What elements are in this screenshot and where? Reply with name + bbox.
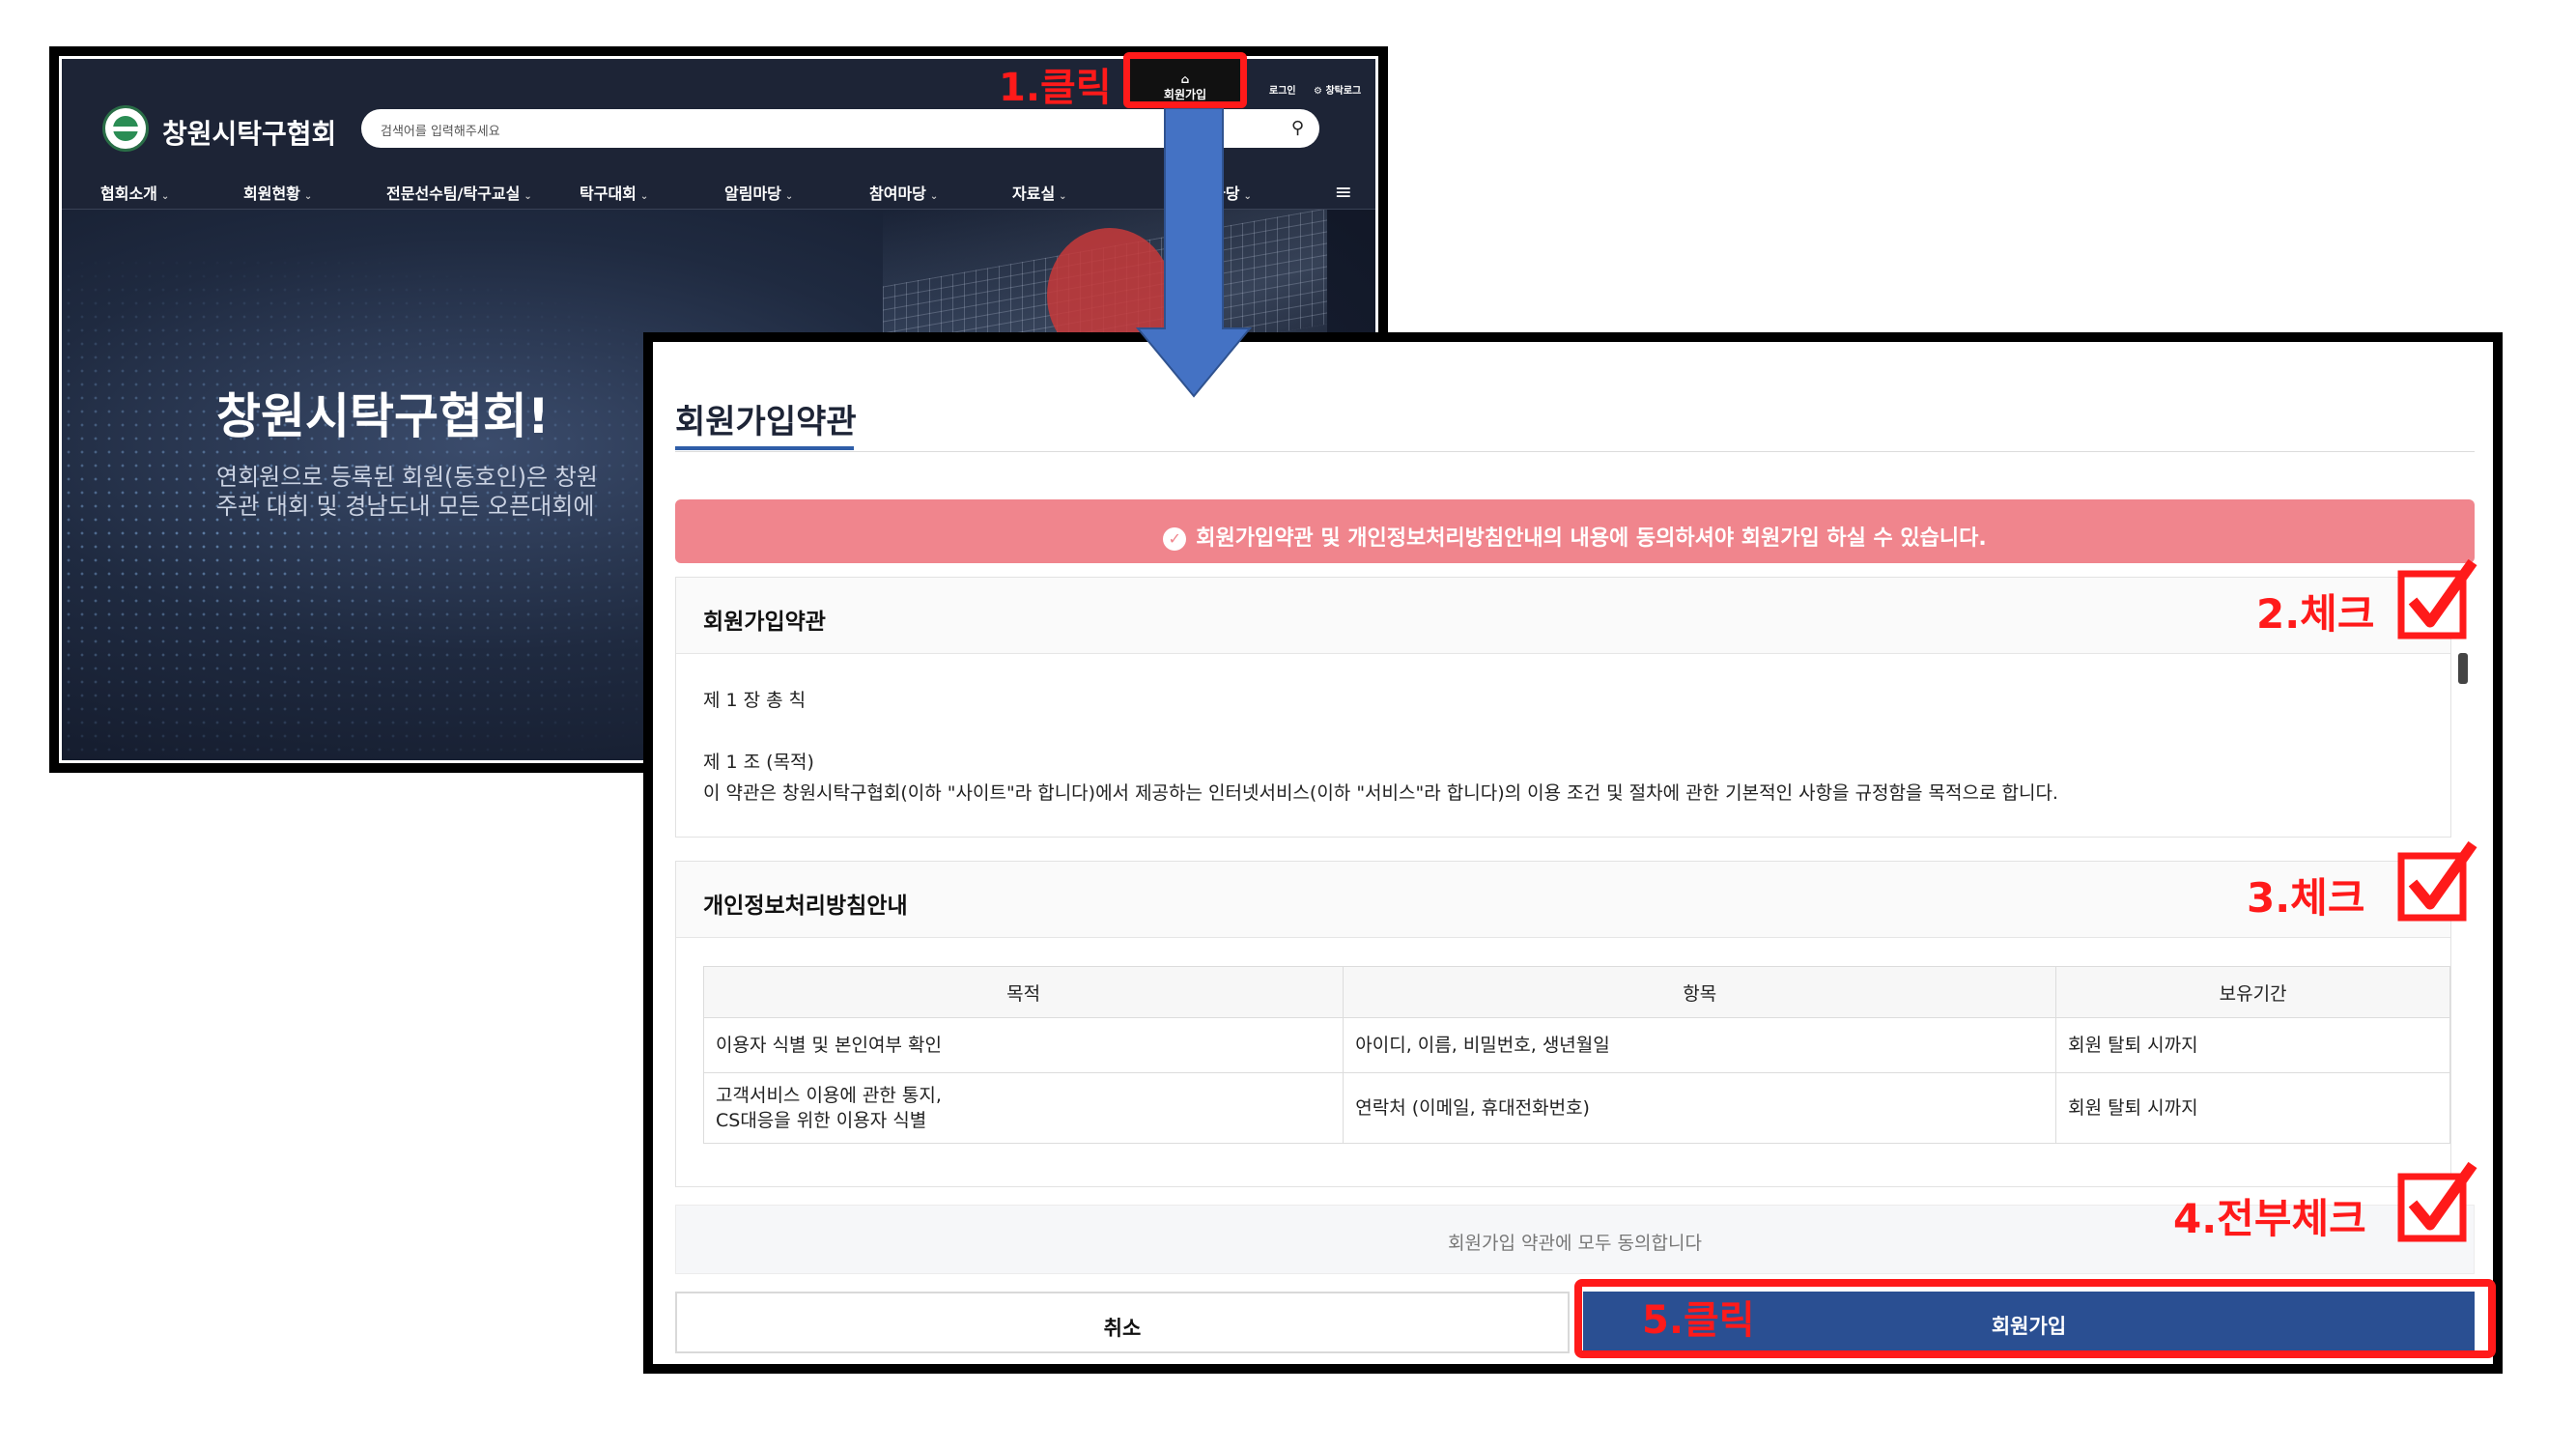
terms-article-text: 이 약관은 창원시탁구협회(이하 "사이트"라 합니다)에서 제공하는 인터넷서… (703, 782, 2058, 804)
site-logo-icon[interactable] (102, 105, 149, 152)
step5-label: 5.클릭 (1642, 1298, 1755, 1343)
privacy-col-items: 항목 (1343, 966, 2057, 1018)
terms-panel-header: 회원가입약관 (676, 578, 2450, 654)
top-link-log[interactable]: ⚙ 창탁로그 (1314, 82, 1361, 97)
privacy-col-purpose: 목적 (702, 966, 1345, 1018)
privacy-col-period: 보유기간 (2055, 966, 2450, 1018)
table-row: 고객서비스 이용에 관한 통지, CS대응을 위한 이용자 식별 연락처 (이메… (702, 1072, 2450, 1144)
checkbox-privacy-icon[interactable] (2395, 838, 2480, 923)
terms-panel: 회원가입약관 제 1 장 총 칙 제 1 조 (목적) 이 약관은 창원시탁구협… (675, 577, 2468, 838)
step3-label: 3.체크 (2247, 874, 2365, 922)
hero-text: 연회원으로 등록된 회원(동호인)은 창원 주관 대회 및 경남도내 모든 오픈… (216, 464, 598, 520)
nav-item-6[interactable]: 참여마당 ⌄ (869, 181, 938, 204)
hero-title: 창원시탁구협회! (216, 388, 550, 444)
privacy-panel-header: 개인정보처리방침안내 (676, 862, 2450, 938)
terms-heading: 회원가입약관 (703, 610, 826, 635)
cancel-button[interactable]: 취소 (675, 1292, 1570, 1353)
step1-label: 1.클릭 (999, 66, 1112, 110)
nav-item-3[interactable]: 전문선수팀/탁구교실 ⌄ (386, 181, 532, 204)
nav-item-4[interactable]: 탁구대회 ⌄ (580, 181, 648, 204)
page-title-underline (675, 446, 854, 450)
title-divider (675, 451, 2475, 452)
step4-label: 4.전부체크 (2173, 1195, 2366, 1242)
nav-item-1[interactable]: 협회소개 ⌄ (100, 181, 169, 204)
nav-item-5[interactable]: 알림마당 ⌄ (724, 181, 793, 204)
check-circle-icon: ✓ (1163, 527, 1187, 551)
search-placeholder: 검색어를 입력해주세요 (381, 125, 500, 139)
top-link-signup[interactable]: ⌂ 회원가입 (1130, 72, 1240, 101)
site-name[interactable]: 창원시탁구협회 (162, 113, 336, 152)
privacy-table: 목적 항목 보유기간 이용자 식별 및 본인여부 확인 아이디, 이름, 비밀번… (702, 966, 2450, 1144)
nav-item-7[interactable]: 자료실 ⌄ (1012, 181, 1067, 204)
table-row: 이용자 식별 및 본인여부 확인 아이디, 이름, 비밀번호, 생년월일 회원 … (702, 1017, 2450, 1073)
checkbox-terms-icon[interactable] (2395, 556, 2480, 641)
hamburger-menu-icon[interactable]: ≡ (1335, 181, 1352, 205)
step1-highlight-signup[interactable]: ⌂ 회원가입 (1123, 52, 1247, 108)
terms-chapter: 제 1 장 총 칙 (703, 690, 807, 711)
top-link-login[interactable]: 로그인 (1269, 82, 1296, 97)
nav-item-2[interactable]: 회원현황 ⌄ (243, 181, 312, 204)
agreement-alert: ✓ 회원가입약관 및 개인정보처리방침안내의 내용에 동의하셔야 회원가입 하실 … (675, 499, 2475, 563)
step2-label: 2.체크 (2256, 590, 2375, 638)
terms-article: 제 1 조 (목적) (703, 752, 814, 773)
privacy-panel: 개인정보처리방침안내 목적 항목 보유기간 이용자 식별 및 본인여부 확인 아 (675, 861, 2451, 1187)
checkbox-agree-all-icon[interactable] (2395, 1159, 2480, 1244)
page-title: 회원가입약관 (675, 403, 857, 441)
terms-scrollbar[interactable] (2458, 653, 2468, 684)
privacy-heading: 개인정보처리방침안내 (703, 894, 908, 919)
arrow-down-icon (1136, 108, 1252, 398)
search-icon[interactable]: ⚲ (1291, 118, 1304, 138)
